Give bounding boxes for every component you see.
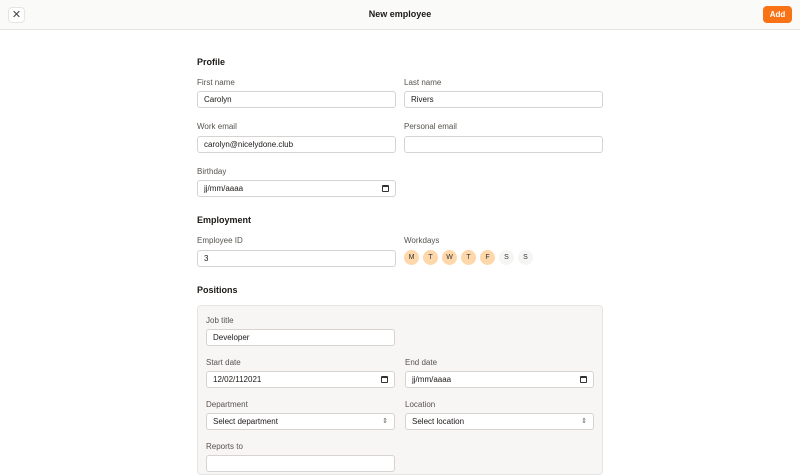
last-name-label: Last name — [404, 78, 442, 87]
reports-to-select[interactable] — [206, 455, 395, 472]
header: ✕ New employee Add — [0, 0, 800, 30]
calendar-icon[interactable] — [381, 376, 388, 383]
workday-toggle[interactable]: F — [480, 250, 495, 265]
location-select[interactable]: Select location ⇕ — [405, 413, 594, 430]
personal-email-label: Personal email — [404, 122, 457, 131]
position-card: Job title Developer Start date 12/02/112… — [197, 305, 603, 475]
employee-id-label: Employee ID — [197, 236, 243, 245]
workday-toggle[interactable]: S — [499, 250, 514, 265]
workdays-label: Workdays — [404, 236, 440, 245]
employment-heading: Employment — [197, 215, 252, 225]
profile-heading: Profile — [197, 57, 226, 67]
birthday-label: Birthday — [197, 167, 227, 176]
chevron-updown-icon: ⇕ — [382, 418, 388, 425]
page-title: New employee — [368, 9, 432, 19]
start-date-label: Start date — [206, 358, 241, 367]
reports-to-label: Reports to — [206, 442, 243, 451]
chevron-updown-icon: ⇕ — [581, 418, 587, 425]
end-date-value: jj/mm/aaaa — [412, 375, 452, 384]
workday-toggle[interactable]: T — [461, 250, 476, 265]
first-name-label: First name — [197, 78, 235, 87]
workday-toggle[interactable]: M — [404, 250, 419, 265]
employee-id-input[interactable]: 3 — [197, 250, 396, 267]
workday-toggle[interactable]: W — [442, 250, 457, 265]
end-date-input[interactable]: jj/mm/aaaa — [405, 371, 594, 388]
location-label: Location — [405, 400, 436, 409]
calendar-icon[interactable] — [580, 376, 587, 383]
department-value: Select department — [213, 417, 278, 426]
positions-heading: Positions — [197, 285, 238, 295]
department-label: Department — [206, 400, 248, 409]
work-email-label: Work email — [197, 122, 237, 131]
work-email-input[interactable]: carolyn@nicelydone.club — [197, 136, 396, 153]
department-select[interactable]: Select department ⇕ — [206, 413, 395, 430]
workday-toggle[interactable]: T — [423, 250, 438, 265]
personal-email-input[interactable] — [404, 136, 603, 153]
birthday-input[interactable]: jj/mm/aaaa — [197, 180, 396, 197]
workday-toggle[interactable]: S — [518, 250, 533, 265]
first-name-input[interactable]: Carolyn — [197, 91, 396, 108]
start-date-value: 12/02/112021 — [213, 375, 262, 384]
start-date-input[interactable]: 12/02/112021 — [206, 371, 395, 388]
last-name-input[interactable]: Rivers — [404, 91, 603, 108]
job-title-label: Job title — [206, 316, 234, 325]
job-title-input[interactable]: Developer — [206, 329, 395, 346]
birthday-value: jj/mm/aaaa — [204, 184, 244, 193]
calendar-icon[interactable] — [382, 185, 389, 192]
add-button[interactable]: Add — [763, 6, 792, 23]
location-value: Select location — [412, 417, 465, 426]
end-date-label: End date — [405, 358, 438, 367]
